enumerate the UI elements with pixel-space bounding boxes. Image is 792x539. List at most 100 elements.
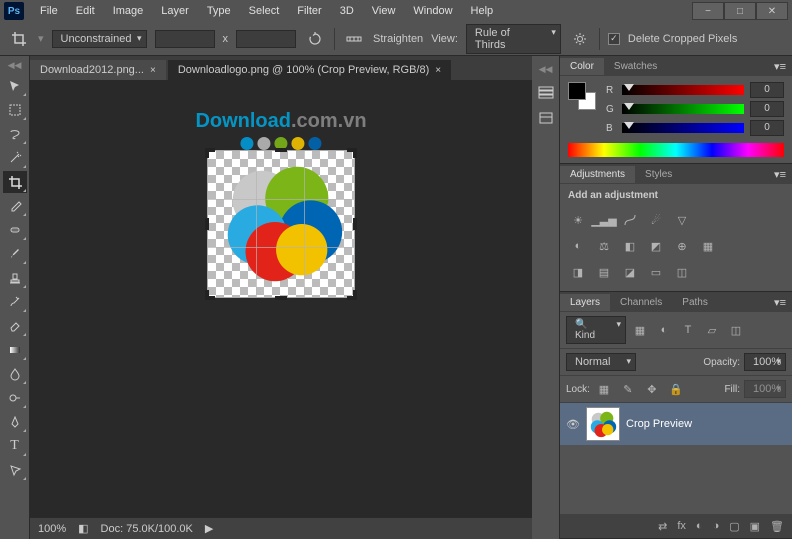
delete-cropped-checkbox[interactable]: ✓: [608, 33, 620, 45]
stamp-tool[interactable]: [3, 267, 27, 289]
eyedropper-tool[interactable]: [3, 195, 27, 217]
blend-mode-dropdown[interactable]: Normal: [566, 353, 636, 371]
crop-height-input[interactable]: [236, 30, 296, 48]
layer-name[interactable]: Crop Preview: [626, 418, 692, 430]
menu-edit[interactable]: Edit: [68, 2, 103, 20]
fill-input[interactable]: 100%: [744, 380, 786, 398]
properties-panel-icon[interactable]: [536, 109, 556, 127]
lookup-icon[interactable]: ▦: [698, 237, 718, 255]
magic-wand-tool[interactable]: [3, 147, 27, 169]
settings-gear-icon[interactable]: [569, 28, 591, 50]
move-tool[interactable]: [3, 75, 27, 97]
new-group-icon[interactable]: ▢: [729, 520, 739, 533]
brightness-icon[interactable]: ☀: [568, 211, 588, 229]
menu-image[interactable]: Image: [105, 2, 152, 20]
menu-window[interactable]: Window: [405, 2, 460, 20]
panel-menu-icon[interactable]: ▾≡: [768, 168, 792, 181]
new-layer-icon[interactable]: ▣: [750, 520, 760, 533]
filter-shape-icon[interactable]: ▱: [702, 321, 722, 339]
close-button[interactable]: ✕: [756, 2, 788, 20]
g-slider[interactable]: [622, 104, 744, 114]
close-icon[interactable]: ×: [435, 65, 441, 76]
history-brush-tool[interactable]: [3, 291, 27, 313]
doc-info-flyout[interactable]: ▶: [205, 522, 213, 535]
panel-menu-icon[interactable]: ▾≡: [768, 60, 792, 73]
tab-styles[interactable]: Styles: [635, 166, 682, 183]
canvas-area[interactable]: Download.com.vn: [30, 80, 532, 517]
blur-tool[interactable]: [3, 363, 27, 385]
tab-channels[interactable]: Channels: [610, 294, 672, 311]
layer-item[interactable]: 👁 Crop Preview: [560, 403, 792, 445]
link-layers-icon[interactable]: ⇄: [658, 520, 667, 533]
tab-layers[interactable]: Layers: [560, 294, 610, 311]
menu-3d[interactable]: 3D: [332, 2, 362, 20]
type-tool[interactable]: T: [3, 435, 27, 457]
fg-bg-swatch[interactable]: [568, 82, 596, 110]
posterize-icon[interactable]: ▤: [594, 263, 614, 281]
delete-layer-icon[interactable]: 🗑: [770, 520, 784, 533]
levels-icon[interactable]: ▁▃▅: [594, 211, 614, 229]
menu-filter[interactable]: Filter: [289, 2, 329, 20]
visibility-icon[interactable]: 👁: [566, 418, 580, 431]
reset-icon[interactable]: [304, 28, 326, 50]
close-icon[interactable]: ×: [150, 65, 156, 76]
menu-view[interactable]: View: [364, 2, 404, 20]
lock-position-icon[interactable]: ✥: [642, 380, 662, 398]
marquee-tool[interactable]: [3, 99, 27, 121]
dodge-tool[interactable]: [3, 387, 27, 409]
document-tab-1[interactable]: Downloadlogo.png @ 100% (Crop Preview, R…: [168, 60, 451, 80]
maximize-button[interactable]: □: [724, 2, 756, 20]
path-select-tool[interactable]: [3, 459, 27, 481]
g-value[interactable]: 0: [750, 101, 784, 117]
minimize-button[interactable]: −: [692, 2, 724, 20]
gradient-tool[interactable]: [3, 339, 27, 361]
selective-icon[interactable]: ◫: [672, 263, 692, 281]
hue-icon[interactable]: ◐: [568, 237, 588, 255]
aspect-ratio-dropdown[interactable]: Unconstrained: [52, 30, 147, 48]
healing-tool[interactable]: [3, 219, 27, 241]
layer-fx-icon[interactable]: fx: [677, 520, 686, 532]
balance-icon[interactable]: ⚖: [594, 237, 614, 255]
brush-tool[interactable]: [3, 243, 27, 265]
lock-transparent-icon[interactable]: ▦: [594, 380, 614, 398]
b-slider[interactable]: [622, 123, 744, 133]
history-panel-icon[interactable]: [536, 83, 556, 101]
new-fill-icon[interactable]: ◑: [713, 520, 720, 532]
layer-mask-icon[interactable]: ◐: [696, 520, 703, 532]
layer-thumbnail[interactable]: [586, 407, 620, 441]
filter-type-icon[interactable]: T: [678, 321, 698, 339]
menu-layer[interactable]: Layer: [153, 2, 197, 20]
straighten-label[interactable]: Straighten: [373, 33, 423, 45]
filter-smart-icon[interactable]: ◫: [726, 321, 746, 339]
tab-paths[interactable]: Paths: [672, 294, 718, 311]
eraser-tool[interactable]: [3, 315, 27, 337]
curves-icon[interactable]: [620, 211, 640, 229]
menu-file[interactable]: File: [32, 2, 66, 20]
crop-width-input[interactable]: [155, 30, 215, 48]
menu-select[interactable]: Select: [241, 2, 288, 20]
b-value[interactable]: 0: [750, 120, 784, 136]
menu-type[interactable]: Type: [199, 2, 239, 20]
crop-region[interactable]: [207, 150, 355, 298]
channel-mixer-icon[interactable]: ⊕: [672, 237, 692, 255]
color-spectrum[interactable]: [568, 143, 784, 157]
lock-all-icon[interactable]: 🔒: [666, 380, 686, 398]
r-slider[interactable]: [622, 85, 744, 95]
bw-icon[interactable]: ◧: [620, 237, 640, 255]
layer-filter-dropdown[interactable]: 🔍 Kind: [566, 316, 626, 344]
r-value[interactable]: 0: [750, 82, 784, 98]
menu-help[interactable]: Help: [463, 2, 502, 20]
invert-icon[interactable]: ◨: [568, 263, 588, 281]
filter-adj-icon[interactable]: ◐: [654, 321, 674, 339]
opacity-input[interactable]: 100%: [744, 353, 786, 371]
vibrance-icon[interactable]: ▽: [672, 211, 692, 229]
crop-tool-icon[interactable]: [8, 28, 30, 50]
straighten-icon[interactable]: [343, 28, 365, 50]
exposure-icon[interactable]: ☄: [646, 211, 666, 229]
lock-pixels-icon[interactable]: ✎: [618, 380, 638, 398]
doc-info-icon[interactable]: ◧: [78, 522, 88, 535]
photo-filter-icon[interactable]: ◩: [646, 237, 666, 255]
tab-swatches[interactable]: Swatches: [604, 58, 667, 75]
lasso-tool[interactable]: [3, 123, 27, 145]
tab-color[interactable]: Color: [560, 58, 604, 75]
